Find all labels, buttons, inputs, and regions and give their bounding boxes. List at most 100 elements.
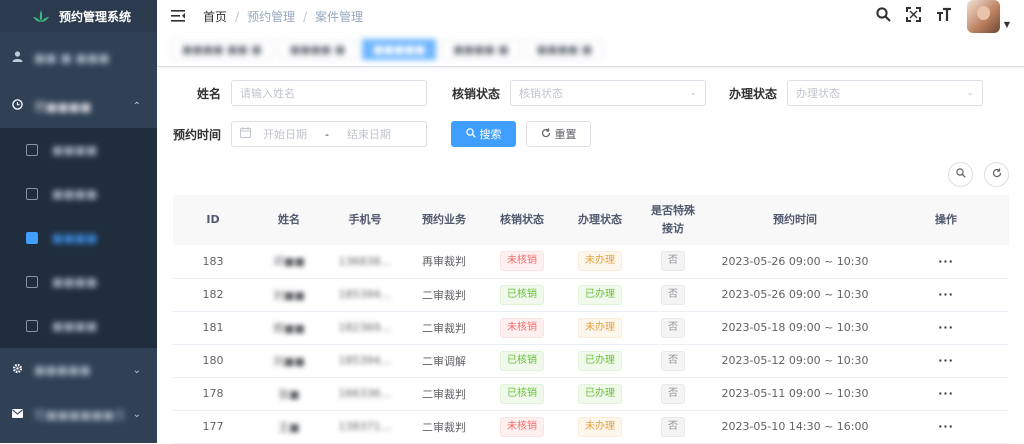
sidebar-subitem-3[interactable]: ■■■■ [0,216,157,260]
page-icon [26,232,38,244]
booking-time-label: 预约时间 [173,127,222,142]
reset-button[interactable]: 重置 [526,121,591,147]
sidebar-group-settings[interactable]: ■■■■■ ⌄ [0,348,157,392]
table-cell: 2023-05-10 14:30 ~ 16:00 [707,410,883,444]
table-row[interactable]: 181 邢■■ 182369… 二审裁判 未核销 未办理 否 2023-05-18 09:00… [173,311,1009,345]
column-header: 办理状态 [561,195,639,245]
table-cell: 2023-05-26 09:00 ~ 10:30 [707,278,883,312]
handle-status-select[interactable]: 办理状态 ⌄ [787,80,984,106]
table-cell: 否 [639,245,707,279]
font-size-icon[interactable] [933,7,955,26]
document-icon [26,276,38,288]
table-cell: 再审裁判 [405,245,483,279]
tag-item[interactable]: ■■■■ ■ [525,39,604,60]
verify-status-badge: 已核销 [500,350,544,371]
table-cell: ··· [883,410,1009,444]
app-title: 预约管理系统 [59,9,132,24]
table-cell: 185394… [325,278,405,312]
cell-business: 二审调解 [422,354,466,368]
special-badge: 否 [661,416,685,437]
sidebar-group-label: ■■■■■ [34,363,91,377]
table-cell: 未办理 [561,311,639,345]
cell-phone: 182369… [338,321,392,334]
start-date-placeholder[interactable]: 开始日期 [263,126,307,142]
more-actions-button[interactable]: ··· [938,387,954,400]
page-icon [26,144,38,156]
refresh-icon [541,128,551,141]
more-actions-button[interactable]: ··· [938,420,954,433]
special-badge: 否 [661,383,685,404]
table-row[interactable]: 183 邓■■ 136838… 再审裁判 未核销 未办理 否 2023-05-26 09:00… [173,245,1009,279]
column-header: ID [173,195,253,245]
table-row[interactable]: 180 刘■■ 185394… 二审调解 已核销 已办理 否 2023-05-12 09:00… [173,344,1009,378]
logo-leaf-icon [32,9,50,23]
table-cell: 178 [173,377,253,411]
caret-down-icon[interactable]: ▼ [1004,20,1010,29]
cell-booking-time: 2023-05-26 09:00 ~ 10:30 [721,254,869,268]
breadcrumb-booking[interactable]: 预约管理 [247,8,295,25]
cell-business: 再审裁判 [422,255,466,269]
breadcrumb-home[interactable]: 首页 [203,8,227,25]
handle-status-badge: 未办理 [578,317,622,338]
sidebar-group-booking[interactable]: 预■■■■ ⌃ [0,84,157,128]
breadcrumb-separator: / [235,9,240,24]
tag-item[interactable]: ■■■■ ■ [442,39,520,60]
sidebar-group-sms[interactable]: 短■■■■■■志 ⌄ [0,392,157,436]
table-cell: 166336… [325,377,405,411]
avatar[interactable] [966,0,1000,33]
sidebar-subitem-2[interactable]: ■■■■ [0,172,157,216]
search-button[interactable]: 搜索 [451,121,516,147]
verify-status-badge: 已核销 [500,383,544,404]
cell-business: 二审裁判 [422,420,466,434]
sidebar-item-label: ■■ ■ ■■■ [34,51,110,65]
search-icon[interactable] [873,7,895,26]
verify-status-select[interactable]: 核销状态 ⌄ [510,80,707,106]
tags-view: ■■■■ ■■ ■ ■■■■ ■ ■■■■■ ■■■■ ■ ■■■■ ■ [157,33,1024,67]
refresh-table-button[interactable] [984,162,1009,187]
table-row[interactable]: 182 刘■■ 185394… 二审裁判 已核销 已办理 否 2023-05-26 09:00… [173,278,1009,312]
table-row[interactable]: 178 张■ 166336… 二审裁判 已核销 已办理 否 2023-05-11 09:00 … [173,377,1009,411]
verify-status-badge: 已核销 [500,284,544,305]
hamburger-icon[interactable] [171,8,185,26]
sidebar-subitem-5[interactable]: ■■■■ [0,304,157,348]
sidebar-subitem-4[interactable]: ■■■■ [0,260,157,304]
form-row-time: 预约时间 开始日期 - 结束日期 [173,121,428,147]
handle-status-label: 办理状态 [729,86,778,101]
breadcrumb-separator: / [303,9,308,24]
sidebar-group-label: 预■■■■ [34,99,92,114]
cell-name: 邓■■ [273,255,305,269]
sidebar-item-user[interactable]: ■■ ■ ■■■ [0,32,157,84]
table-cell: 已核销 [483,278,561,312]
sidebar-subitem-1[interactable]: ■■■■ [0,128,157,172]
table-cell: 二审裁判 [405,278,483,312]
sidebar-subitem-label: ■■■■ [52,231,98,245]
handle-status-badge: 未办理 [578,416,622,437]
main-area: 首页 / 预约管理 / 案件管理 ▼ ■■■■ ■■ ■ ■■■■ ■ ■■■■… [157,0,1024,444]
fullscreen-icon[interactable] [903,7,925,26]
table-cell: ··· [883,377,1009,411]
table-cell: 未办理 [561,245,639,279]
date-range-picker[interactable]: 开始日期 - 结束日期 [231,121,428,147]
cell-id: 181 [202,321,224,334]
more-actions-button[interactable]: ··· [938,288,954,301]
table-row[interactable]: 177 王■ 138371… 二审裁判 未核销 未办理 否 2023-05-10 14:30 … [173,410,1009,444]
table-cell: 王■ [253,410,325,444]
app-logo[interactable]: 预约管理系统 [0,0,157,32]
verify-status-placeholder: 核销状态 [519,87,564,100]
toggle-search-button[interactable] [948,162,973,187]
column-header: 预约时间 [707,195,883,245]
tag-item[interactable]: ■■■■ ■■ ■ [171,39,273,60]
end-date-placeholder[interactable]: 结束日期 [347,126,391,142]
table-cell: 177 [173,410,253,444]
more-actions-button[interactable]: ··· [938,321,954,334]
tag-item-active[interactable]: ■■■■■ [362,39,437,60]
table-cell: 刘■■ [253,344,325,378]
more-actions-button[interactable]: ··· [938,255,954,268]
tag-item[interactable]: ■■■■ ■ [278,39,357,60]
search-button-label: 搜索 [479,128,502,141]
cell-phone: 185394… [338,354,392,367]
name-input[interactable]: 请输入姓名 [231,80,428,106]
calendar-icon [240,127,252,141]
more-actions-button[interactable]: ··· [938,354,954,367]
table-cell: 182 [173,278,253,312]
